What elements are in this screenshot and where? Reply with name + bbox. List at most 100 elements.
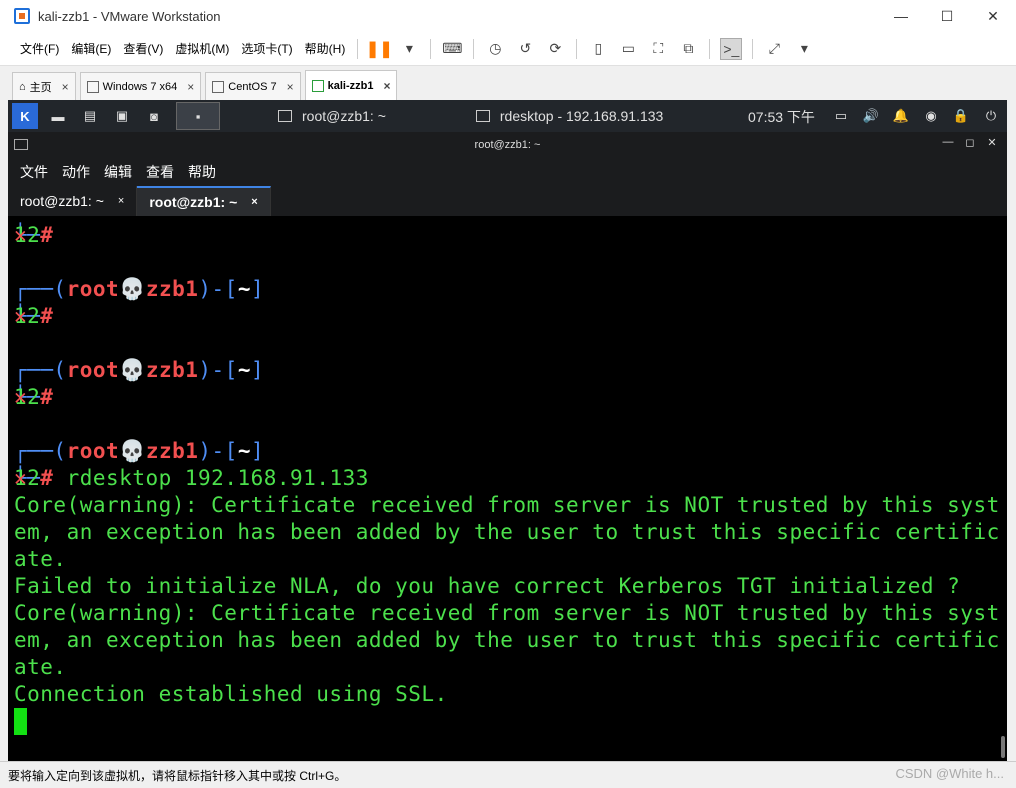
show-desktop-icon[interactable]: ▬ <box>46 105 70 127</box>
taskbar-item-label: root@zzb1: ~ <box>302 108 386 124</box>
logout-icon[interactable]: ⏻ <box>976 105 1006 127</box>
panel-clock[interactable]: 07:53 下午 <box>748 107 815 127</box>
tab-close-icon[interactable]: × <box>287 80 294 94</box>
stretch-icon[interactable]: ⤢ <box>763 38 785 60</box>
terminal-tab-label: root@zzb1: ~ <box>149 194 238 210</box>
output-line: Failed to initialize NLA, do you have co… <box>14 574 961 598</box>
vm-running-icon <box>311 79 324 92</box>
window-icon <box>475 110 490 122</box>
tab-label: CentOS 7 <box>228 80 277 93</box>
tab-windows7[interactable]: Windows 7 x64 × <box>79 72 202 100</box>
skull-icon: 💀 <box>119 439 146 463</box>
console-view-icon[interactable]: >_ <box>720 37 743 60</box>
home-icon: ⌂ <box>19 80 26 93</box>
vmware-titlebar: kali-zzb1 - VMware Workstation — ☐ ✕ <box>0 0 1016 32</box>
window-title: kali-zzb1 - VMware Workstation <box>38 8 221 24</box>
tab-centos7[interactable]: CentOS 7 × <box>205 72 301 100</box>
unity-icon[interactable]: ⧉ <box>677 38 699 60</box>
watermark: CSDN @White h... <box>895 766 1004 781</box>
terminal-tab-close-icon[interactable]: × <box>118 195 124 207</box>
kali-top-panel: K ▬ ▤ ▣ ◙ ▪ root@zzb1: ~ rdesktop - 192.… <box>8 100 1007 132</box>
terminal-output[interactable]: └─# 12 ✕ ┌──(root💀zzb1)-[~] └─# 12 ✕ ┌──… <box>8 216 1007 761</box>
terminal-menu-edit[interactable]: 编辑 <box>104 162 132 182</box>
dropdown-arrow-icon[interactable]: ▾ <box>793 38 815 60</box>
vm-icon <box>212 80 225 93</box>
terminal-window-controls: — ◻ ✕ <box>937 136 1003 149</box>
vm-icon <box>86 80 99 93</box>
terminal-tab-1[interactable]: root@zzb1: ~ × <box>8 186 138 216</box>
maximize-button[interactable]: ☐ <box>924 0 970 32</box>
remote-desktop-icon[interactable]: ◙ <box>142 105 166 127</box>
lock-icon[interactable]: 🔒 <box>946 105 976 127</box>
update-icon[interactable]: ◉ <box>916 105 946 127</box>
vmware-statusbar: 要将输入定向到该虚拟机，请将鼠标指针移入其中或按 Ctrl+G。 CSDN @W… <box>0 761 1016 788</box>
tab-close-icon[interactable]: × <box>187 80 194 94</box>
snapshot-icon[interactable]: ◷ <box>484 38 506 60</box>
close-button[interactable]: ✕ <box>970 0 1016 32</box>
prompt-status-x-icon: ✕ <box>14 223 28 247</box>
vmware-logo-icon <box>14 8 30 24</box>
terminal-tab-close-icon[interactable]: × <box>251 196 257 208</box>
notification-bell-icon[interactable]: 🔔 <box>886 105 916 127</box>
thumbnail-icon[interactable]: ▭ <box>617 38 639 60</box>
output-line: ate. <box>14 655 67 679</box>
tab-home[interactable]: ⌂ 主页 × <box>12 72 76 100</box>
tab-label: 主页 <box>29 81 52 94</box>
guest-display[interactable]: K ▬ ▤ ▣ ◙ ▪ root@zzb1: ~ rdesktop - 192.… <box>8 100 1007 761</box>
fullscreen-icon[interactable]: ⛶ <box>647 38 669 60</box>
terminal-titlebar: root@zzb1: ~ — ◻ ✕ <box>8 132 1007 158</box>
terminal-menu-file[interactable]: 文件 <box>20 162 48 182</box>
tab-close-icon[interactable]: × <box>383 79 390 93</box>
tab-label: kali-zzb1 <box>327 79 374 92</box>
output-line: ate. <box>14 547 67 571</box>
tab-kali-zzb1[interactable]: kali-zzb1 × <box>304 70 398 100</box>
minimize-button[interactable]: — <box>878 0 924 32</box>
terminal-menu-help[interactable]: 帮助 <box>188 162 216 182</box>
terminal-scrollbar[interactable] <box>1001 736 1005 758</box>
terminal-close-button[interactable]: ✕ <box>981 136 1003 149</box>
menu-vm[interactable]: 虚拟机(M) <box>169 40 235 57</box>
output-line: em, an exception has been added by the u… <box>14 520 1000 544</box>
taskbar-item-terminal[interactable]: root@zzb1: ~ <box>278 108 386 124</box>
menu-file[interactable]: 文件(F) <box>14 40 65 57</box>
volume-icon[interactable]: 🔊 <box>856 105 886 127</box>
terminal-menu-actions[interactable]: 动作 <box>62 162 90 182</box>
terminal-title: root@zzb1: ~ <box>474 139 541 151</box>
display-icon[interactable]: ▭ <box>826 105 856 127</box>
terminal-window-icon <box>14 139 28 150</box>
system-tray: ▭ 🔊 🔔 ◉ 🔒 ⏻ <box>826 105 1006 127</box>
tab-label: Windows 7 x64 <box>102 80 178 93</box>
output-line: Connection established using SSL. <box>14 682 448 706</box>
dropdown-arrow-icon[interactable]: ▾ <box>398 38 420 60</box>
terminal-icon <box>278 110 292 122</box>
toolbar-separator <box>473 38 475 59</box>
file-manager-icon[interactable]: ▤ <box>78 105 102 127</box>
revert-snapshot-icon[interactable]: ↺ <box>514 38 536 60</box>
workspace-switcher[interactable]: ▪ <box>176 102 220 130</box>
terminal-tab-2[interactable]: root@zzb1: ~ × <box>137 186 271 216</box>
sidebar-toggle-icon[interactable]: ▯ <box>587 38 609 60</box>
toolbar-separator <box>752 38 754 59</box>
output-line: Core(warning): Certificate received from… <box>14 601 1000 625</box>
menu-help[interactable]: 帮助(H) <box>299 40 352 57</box>
menu-view[interactable]: 查看(V) <box>117 40 169 57</box>
pause-icon[interactable]: ❚❚ <box>366 38 393 60</box>
snapshot-manager-icon[interactable]: ⟳ <box>544 38 566 60</box>
vmware-menubar: 文件(F) 编辑(E) 查看(V) 虚拟机(M) 选项卡(T) 帮助(H) ❚❚… <box>0 32 1016 66</box>
kali-menu-icon[interactable]: K <box>12 103 38 129</box>
prompt-header: ┌──(root💀zzb1)-[~] <box>14 358 265 382</box>
menu-edit[interactable]: 编辑(E) <box>65 40 117 57</box>
taskbar-item-rdesktop[interactable]: rdesktop - 192.168.91.133 <box>475 108 664 124</box>
tab-close-icon[interactable]: × <box>62 80 69 94</box>
taskbar-item-label: rdesktop - 192.168.91.133 <box>499 108 664 124</box>
terminal-launcher-icon[interactable]: ▣ <box>110 105 134 127</box>
prompt-header: ┌──(root💀zzb1)-[~] <box>14 439 265 463</box>
terminal-minimize-button[interactable]: — <box>937 136 959 149</box>
terminal-menubar: 文件 动作 编辑 查看 帮助 <box>8 158 1007 186</box>
send-keys-icon[interactable]: ⌨ <box>441 38 463 60</box>
prompt-status-x-icon: ✕ <box>14 466 28 490</box>
menu-tabs[interactable]: 选项卡(T) <box>235 40 298 57</box>
terminal-menu-view[interactable]: 查看 <box>146 162 174 182</box>
terminal-maximize-button[interactable]: ◻ <box>959 136 981 149</box>
terminal-tab-label: root@zzb1: ~ <box>20 193 104 209</box>
